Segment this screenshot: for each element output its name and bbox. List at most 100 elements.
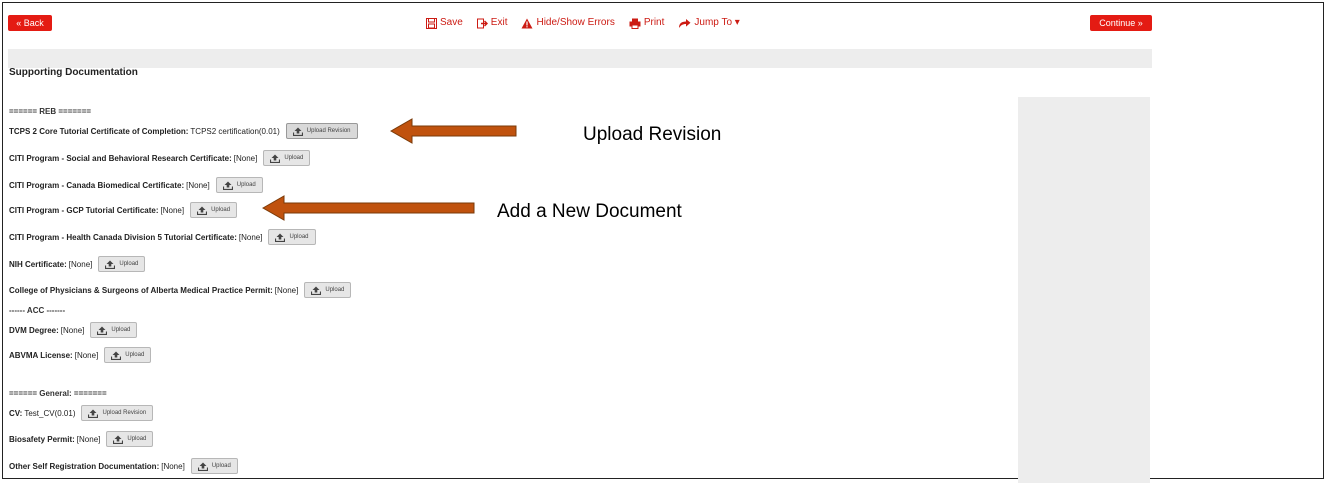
header-band	[8, 49, 1152, 68]
upload-button[interactable]: Upload	[98, 256, 146, 272]
document-label: CITI Program - Social and Behavioral Res…	[9, 153, 232, 163]
document-row: CITI Program - Canada Biomedical Certifi…	[9, 176, 263, 194]
document-label: Other Self Registration Documentation:	[9, 461, 160, 471]
upload-button[interactable]: Upload Revision	[285, 123, 358, 139]
upload-icon	[88, 409, 99, 418]
exit-button[interactable]: Exit	[476, 15, 508, 31]
print-button[interactable]: Print	[629, 15, 665, 31]
upload-button-label: Upload	[211, 207, 231, 213]
upload-icon	[292, 127, 303, 136]
upload-icon	[311, 286, 322, 295]
jump-to-dropdown[interactable]: Jump To ▾	[678, 15, 740, 31]
document-label: DVM Degree:	[9, 325, 59, 335]
upload-button[interactable]: Upload	[104, 347, 152, 363]
upload-button[interactable]: Upload Revision	[81, 405, 154, 421]
exit-icon	[476, 18, 488, 28]
hide-show-errors-button[interactable]: Hide/Show Errors	[521, 15, 615, 31]
upload-icon	[275, 233, 286, 242]
print-label: Print	[643, 17, 665, 28]
document-label: Biosafety Permit:	[9, 434, 75, 444]
upload-button[interactable]: Upload	[90, 322, 138, 338]
upload-icon	[222, 181, 233, 190]
divider-general: ====== General: =======	[9, 389, 107, 398]
warning-icon	[521, 18, 533, 28]
side-panel	[1018, 97, 1150, 483]
document-row: DVM Degree: [None] Upload	[9, 321, 138, 339]
upload-button-label: Upload	[111, 327, 131, 333]
section-title: Supporting Documentation	[9, 67, 138, 78]
upload-button[interactable]: Upload	[215, 177, 263, 193]
document-label: CITI Program - Health Canada Division 5 …	[9, 232, 237, 242]
document-value: [None]	[161, 461, 185, 471]
document-row: CV: Test_CV(0.01) Upload Revision	[9, 404, 154, 422]
upload-button-label: Upload	[236, 182, 256, 188]
document-value: [None]	[74, 350, 99, 360]
upload-button-label: Upload	[289, 234, 309, 240]
upload-button[interactable]: Upload	[263, 150, 311, 166]
upload-button[interactable]: Upload	[106, 431, 154, 447]
upload-button[interactable]: Upload	[268, 229, 316, 245]
upload-icon	[111, 351, 122, 360]
document-row: CITI Program - GCP Tutorial Certificate:…	[9, 201, 238, 219]
divider-reb: ====== REB =======	[9, 107, 92, 116]
save-icon	[426, 17, 437, 29]
document-label: CV:	[9, 408, 23, 418]
document-value: [None]	[68, 259, 93, 269]
document-value: [None]	[60, 325, 85, 335]
document-label: CITI Program - GCP Tutorial Certificate:	[9, 205, 159, 215]
document-label: College of Physicians & Surgeons of Albe…	[9, 285, 273, 295]
back-button[interactable]: « Back	[8, 15, 52, 31]
document-value: [None]	[274, 285, 299, 295]
document-row: Biosafety Permit: [None] Upload	[9, 430, 154, 448]
save-label: Save	[440, 17, 463, 28]
exit-label: Exit	[490, 17, 508, 28]
document-value: [None]	[186, 180, 210, 190]
document-row: CITI Program - Social and Behavioral Res…	[9, 149, 311, 167]
document-label: NIH Certificate:	[9, 259, 67, 269]
jump-to-label: Jump To ▾	[694, 17, 740, 28]
document-value: [None]	[160, 205, 185, 215]
share-arrow-icon	[679, 18, 691, 28]
document-label: ABVMA License:	[9, 350, 73, 360]
upload-button-label: Upload	[125, 352, 145, 358]
upload-button-label: Upload	[325, 287, 345, 293]
document-row: ABVMA License: [None] Upload	[9, 346, 152, 364]
continue-button[interactable]: Continue »	[1090, 15, 1152, 31]
upload-icon	[270, 154, 281, 163]
upload-icon	[197, 462, 208, 471]
document-row: NIH Certificate: [None] Upload	[9, 255, 146, 273]
upload-button-label: Upload	[211, 463, 231, 469]
printer-icon	[629, 18, 641, 29]
divider-acc: ------ ACC -------	[9, 306, 66, 315]
document-value: TCPS2 certification(0.01)	[190, 126, 280, 136]
upload-icon	[105, 260, 116, 269]
errors-label: Hide/Show Errors	[536, 17, 615, 28]
document-row: CITI Program - Health Canada Division 5 …	[9, 228, 316, 246]
upload-icon	[113, 435, 124, 444]
upload-button-label: Upload	[127, 436, 147, 442]
upload-button-label: Upload Revision	[306, 128, 351, 134]
save-button[interactable]: Save	[426, 15, 463, 31]
document-row: TCPS 2 Core Tutorial Certificate of Comp…	[9, 122, 358, 140]
document-label: TCPS 2 Core Tutorial Certificate of Comp…	[9, 126, 189, 136]
toolbar-actions: Save Exit Hide/Show Errors Print Jump To…	[426, 15, 740, 31]
arrow-add-new-document	[262, 195, 475, 221]
document-row: Other Self Registration Documentation: [N…	[9, 457, 238, 475]
document-value: [None]	[238, 232, 263, 242]
upload-icon	[197, 206, 208, 215]
upload-button[interactable]: Upload	[190, 202, 238, 218]
upload-button[interactable]: Upload	[190, 458, 238, 474]
upload-button[interactable]: Upload	[304, 282, 352, 298]
callout-upload-revision: Upload Revision	[583, 124, 722, 145]
upload-button-label: Upload	[284, 155, 304, 161]
toolbar: « Back Save Exit Hide/Show Errors Print …	[8, 15, 1152, 34]
document-value: Test_CV(0.01)	[24, 408, 76, 418]
arrow-upload-revision	[390, 118, 517, 144]
document-row: College of Physicians & Surgeons of Albe…	[9, 281, 352, 299]
document-value: [None]	[233, 153, 258, 163]
document-value: [None]	[76, 434, 101, 444]
callout-add-new-document: Add a New Document	[497, 201, 682, 222]
document-label: CITI Program - Canada Biomedical Certifi…	[9, 180, 185, 190]
upload-button-label: Upload	[119, 261, 139, 267]
upload-icon	[97, 326, 108, 335]
